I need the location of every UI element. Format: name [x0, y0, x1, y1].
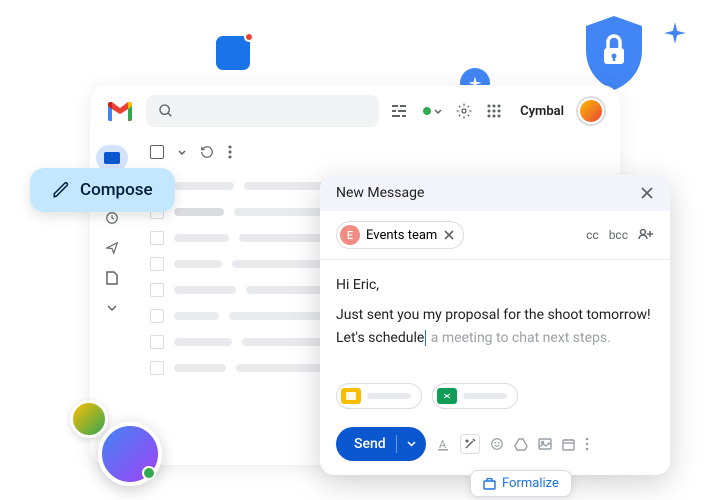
- format-icon[interactable]: A: [436, 437, 450, 451]
- more-options-icon[interactable]: [585, 437, 589, 451]
- apps-grid-icon[interactable]: [486, 103, 502, 119]
- notification-dot: [244, 32, 254, 42]
- chevron-down-icon[interactable]: [178, 150, 186, 155]
- sidebar-sent[interactable]: [96, 235, 128, 261]
- org-brand: Cymbal: [520, 104, 564, 119]
- select-all-checkbox[interactable]: [150, 145, 164, 159]
- drive-icon[interactable]: [514, 438, 528, 451]
- recipient-avatar: E: [340, 225, 360, 245]
- bcc-button[interactable]: bcc: [609, 228, 628, 242]
- body-greeting: Hi Eric,: [336, 274, 654, 296]
- close-icon[interactable]: [640, 186, 654, 200]
- pencil-icon: [52, 181, 70, 199]
- compose-body[interactable]: Hi Eric, Just sent you my proposal for t…: [320, 260, 670, 383]
- tune-icon[interactable]: [391, 103, 407, 119]
- compose-label: Compose: [80, 180, 153, 200]
- presence-indicator: [142, 466, 156, 480]
- compose-button[interactable]: Compose: [30, 168, 175, 212]
- account-avatar[interactable]: [578, 98, 604, 124]
- status-indicator[interactable]: [421, 103, 442, 119]
- formalize-chip[interactable]: Formalize: [470, 470, 572, 497]
- slides-icon: [341, 388, 361, 404]
- add-recipients-icon[interactable]: [638, 228, 654, 242]
- send-label: Send: [354, 436, 386, 452]
- schedule-icon[interactable]: [562, 438, 575, 451]
- sheets-icon: [437, 388, 457, 404]
- gear-icon[interactable]: [456, 103, 472, 119]
- send-button[interactable]: Send: [336, 427, 426, 461]
- body-line1: Just sent you my proposal for the shoot …: [336, 304, 654, 326]
- body-suggestion: a meeting to chat next steps.: [427, 330, 611, 346]
- remove-recipient-icon[interactable]: [443, 229, 455, 241]
- recipient-name: Events team: [366, 228, 437, 243]
- gmail-header: Cymbal: [90, 85, 620, 137]
- recipient-chip[interactable]: E Events team: [336, 221, 464, 249]
- gmail-logo: [106, 100, 134, 122]
- search-icon: [158, 103, 174, 119]
- compose-window: New Message E Events team cc bcc Hi Eric…: [320, 175, 670, 475]
- shield-icon: [578, 12, 650, 94]
- refresh-icon[interactable]: [200, 145, 214, 159]
- mail-toolbar: [150, 145, 604, 159]
- emoji-icon[interactable]: [490, 437, 504, 451]
- attachment-chip[interactable]: [432, 383, 518, 409]
- compose-footer: Send A: [320, 417, 670, 475]
- contact-avatar: [70, 400, 108, 438]
- sidebar-drafts[interactable]: [96, 265, 128, 291]
- send-options-icon[interactable]: [407, 441, 416, 447]
- image-icon[interactable]: [538, 438, 552, 450]
- search-bar[interactable]: [146, 95, 379, 127]
- chat-bubble-icon: [216, 36, 250, 70]
- cc-button[interactable]: cc: [586, 228, 599, 242]
- header-actions: Cymbal: [391, 98, 604, 124]
- formalize-label: Formalize: [502, 476, 559, 491]
- compose-header: New Message: [320, 175, 670, 211]
- sparkle-icon: [662, 20, 688, 46]
- magic-write-icon[interactable]: [460, 434, 480, 454]
- briefcase-icon: [483, 478, 496, 490]
- attachment-chip[interactable]: [336, 383, 422, 409]
- body-typed: Let's schedule: [336, 330, 424, 346]
- attachments-row: [320, 383, 670, 417]
- contact-avatar: [98, 422, 162, 486]
- more-icon[interactable]: [228, 145, 232, 159]
- recipients-row[interactable]: E Events team cc bcc: [320, 211, 670, 260]
- sidebar-more[interactable]: [96, 295, 128, 321]
- compose-title: New Message: [336, 185, 424, 201]
